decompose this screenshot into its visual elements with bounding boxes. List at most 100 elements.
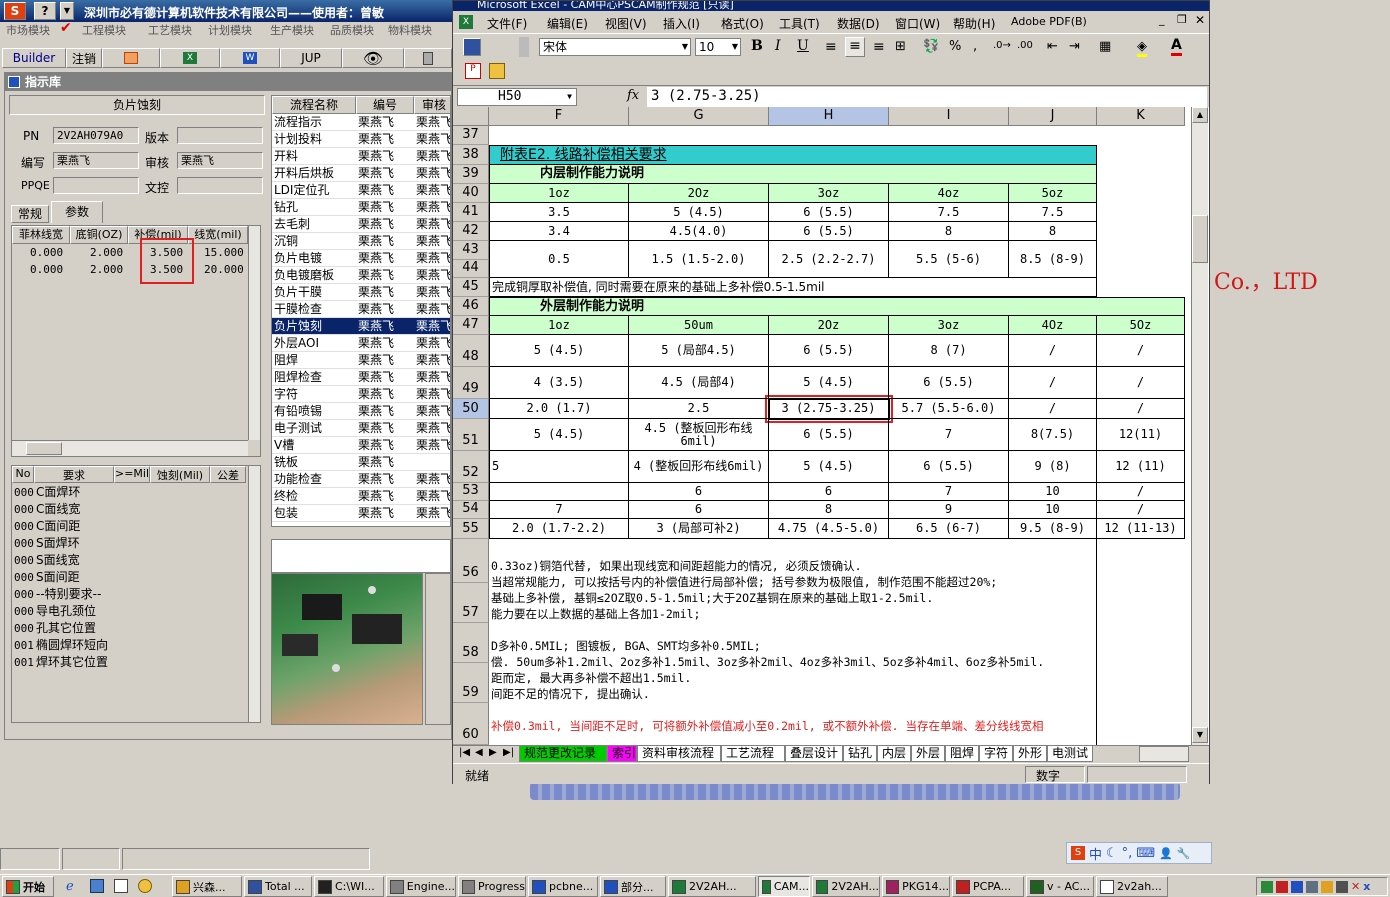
row-header-37[interactable]: 37 — [453, 126, 489, 145]
tray-disk-icon[interactable] — [1306, 880, 1318, 893]
ime-keyboard-icon[interactable]: ⌨ — [1136, 846, 1155, 861]
cell-53-F[interactable] — [489, 483, 629, 501]
taskbar-item-3[interactable]: Engine... — [386, 876, 456, 897]
cell-55-I[interactable]: 6.5 (6-7) — [889, 519, 1009, 539]
note-line[interactable]: D多补0.5MIL; 图镀板, BGA、SMT均多补0.5MIL; — [491, 638, 761, 654]
menu-insert[interactable]: 插入(I) — [663, 15, 700, 32]
cell-47-J[interactable]: 4Oz — [1009, 316, 1097, 335]
req-row[interactable]: 000 S面焊环 — [12, 535, 246, 552]
menu-production[interactable]: 生产模块 — [270, 22, 314, 38]
app-icon[interactable]: S — [4, 2, 26, 20]
row-header-52[interactable]: 52 — [453, 451, 489, 483]
sogou-icon[interactable]: S — [1071, 846, 1085, 860]
name-box[interactable]: H50 ▼ — [457, 88, 577, 106]
col-header-I[interactable]: I — [889, 107, 1009, 126]
flow-row[interactable]: 沉铜 栗燕飞 栗燕飞 — [272, 233, 450, 250]
flow-row[interactable]: 字符 栗燕飞 栗燕飞 — [272, 386, 450, 403]
flow-row[interactable]: 功能检查 栗燕飞 栗燕飞 — [272, 471, 450, 488]
scroll-down-arrow[interactable]: ▼ — [1192, 727, 1208, 743]
report-button[interactable] — [102, 48, 160, 68]
tray-monitor-icon[interactable] — [1276, 880, 1288, 893]
note-line[interactable]: 偿. 50um多补1.2mil、2oz多补1.5mil、3oz多补2mil、4o… — [491, 654, 1044, 670]
cell-55-K[interactable]: 12 (11-13) — [1097, 519, 1185, 539]
cell-49-I[interactable]: 6 (5.5) — [889, 367, 1009, 399]
req-col-no[interactable]: No — [12, 466, 34, 483]
row-header-43[interactable]: 43 — [453, 241, 489, 260]
cell-51-J[interactable]: 8(7.5) — [1009, 419, 1097, 451]
cell-52-H[interactable]: 5 (4.5) — [769, 451, 889, 483]
cell-40-H[interactable]: 3oz — [769, 184, 889, 203]
cell-51-I[interactable]: 7 — [889, 419, 1009, 451]
docs-field[interactable] — [177, 177, 263, 194]
flow-row[interactable]: 负片蚀刻 栗燕飞 栗燕飞 — [272, 318, 450, 335]
sheet-tab-9[interactable]: 字符 — [979, 746, 1013, 762]
cell-48-I[interactable]: 8 (7) — [889, 335, 1009, 367]
flow-row[interactable]: V槽 栗燕飞 栗燕飞 — [272, 437, 450, 454]
row-header-49[interactable]: 49 — [453, 367, 489, 399]
tab-nav-prev-icon[interactable]: ◀ — [475, 747, 483, 758]
tab-nav-next-icon[interactable]: ▶ — [489, 747, 497, 758]
cell-52-G[interactable]: 4 (整板回形布线6mil) — [629, 451, 769, 483]
flow-note-box[interactable] — [271, 539, 451, 573]
cell-42-F[interactable]: 3.4 — [489, 222, 629, 241]
font-name-select[interactable]: 宋体 ▼ — [539, 38, 691, 56]
param-col-width[interactable]: 线宽(mil) — [188, 226, 248, 244]
cell-48-K[interactable]: / — [1097, 335, 1185, 367]
col-header-K[interactable]: K — [1097, 107, 1185, 126]
section-title-row[interactable]: 附表E2. 线路补偿相关要求 — [489, 145, 1097, 165]
ime-user-icon[interactable]: 👤 — [1159, 847, 1173, 860]
menu-process[interactable]: 工艺模块 — [148, 22, 192, 38]
scroll-up-arrow[interactable]: ▲ — [1192, 107, 1208, 123]
cell-43-G[interactable]: 1.5 (1.5-2.0) — [629, 241, 769, 278]
flow-row[interactable]: 外层AOI 栗燕飞 栗燕飞 — [272, 335, 450, 352]
col-header-F[interactable]: F — [489, 107, 629, 126]
sheet-tab-0[interactable]: 规范更改记录 — [519, 746, 607, 762]
note-line[interactable]: 距而定, 最大再多补偿不超出1.5mil. — [491, 670, 691, 686]
row-header-58[interactable]: 58 — [453, 623, 489, 663]
taskbar-item-2[interactable]: C:\WI... — [314, 876, 384, 897]
param-hscroll-thumb[interactable] — [26, 442, 62, 455]
menu-market[interactable]: 市场模块 — [6, 22, 50, 38]
cell-55-J[interactable]: 9.5 (8-9) — [1009, 519, 1097, 539]
taskbar-item-12[interactable]: v - AC... — [1026, 876, 1094, 897]
tab-hscroll[interactable] — [1139, 746, 1189, 762]
increase-decimal-icon[interactable]: .0→ — [993, 40, 1011, 51]
inner-layer-title[interactable]: 内层制作能力说明 — [489, 165, 1097, 184]
align-center-icon[interactable]: ≡ — [845, 37, 865, 57]
ime-settings-icon[interactable]: 🔧 — [1177, 847, 1191, 860]
req-row[interactable]: 000 --特别要求-- — [12, 586, 246, 603]
flow-row[interactable]: 计划投料 栗燕飞 栗燕飞 — [272, 131, 450, 148]
doc-minimize-icon[interactable]: _ — [1159, 13, 1165, 26]
align-left-icon[interactable]: ≡ — [825, 39, 837, 55]
menu-tools[interactable]: 工具(T) — [779, 15, 820, 32]
font-color-icon[interactable]: A — [1171, 37, 1182, 56]
cell-51-H[interactable]: 6 (5.5) — [769, 419, 889, 451]
chevron-down-icon[interactable]: ▼ — [732, 39, 738, 55]
cell-42-J[interactable]: 8 — [1009, 222, 1097, 241]
col-header-J[interactable]: J — [1009, 107, 1097, 126]
editor-field[interactable]: 栗燕飞 — [53, 152, 139, 169]
menu-help[interactable]: 帮助(H) — [953, 15, 995, 32]
param-row[interactable]: 0.000 2.000 3.500 15.000 — [12, 245, 248, 262]
quicklaunch-edit-icon[interactable] — [114, 879, 128, 893]
view-button[interactable]: 👁 — [342, 48, 404, 68]
req-col-req[interactable]: 要求 — [34, 466, 114, 483]
col-header-H[interactable]: H — [769, 107, 889, 126]
bold-icon[interactable]: B — [751, 38, 763, 54]
increase-indent-icon[interactable]: ⇥ — [1069, 39, 1080, 54]
param-col-base[interactable]: 底铜(OZ) — [70, 226, 128, 244]
sheet-tab-5[interactable]: 钻孔 — [843, 746, 877, 762]
cell-49-H[interactable]: 5 (4.5) — [769, 367, 889, 399]
cell-49-G[interactable]: 4.5 (局部4) — [629, 367, 769, 399]
excel-button[interactable]: X — [160, 48, 220, 68]
row-header-59[interactable]: 59 — [453, 663, 489, 703]
sheet-tab-3[interactable]: 工艺流程 — [721, 746, 785, 762]
flow-row[interactable]: 有铅喷锡 栗燕飞 栗燕飞 — [272, 403, 450, 420]
taskbar-item-6[interactable]: 部分... — [600, 876, 666, 897]
chevron-down-icon[interactable]: ▼ — [567, 89, 572, 105]
tray-sound-icon[interactable] — [1336, 880, 1348, 893]
menu-view[interactable]: 视图(V) — [605, 15, 647, 32]
sheet-tab-2[interactable]: 资料审核流程 — [637, 746, 721, 762]
taskbar-item-4[interactable]: Progress — [458, 876, 526, 897]
menu-window[interactable]: 窗口(W) — [895, 15, 940, 32]
